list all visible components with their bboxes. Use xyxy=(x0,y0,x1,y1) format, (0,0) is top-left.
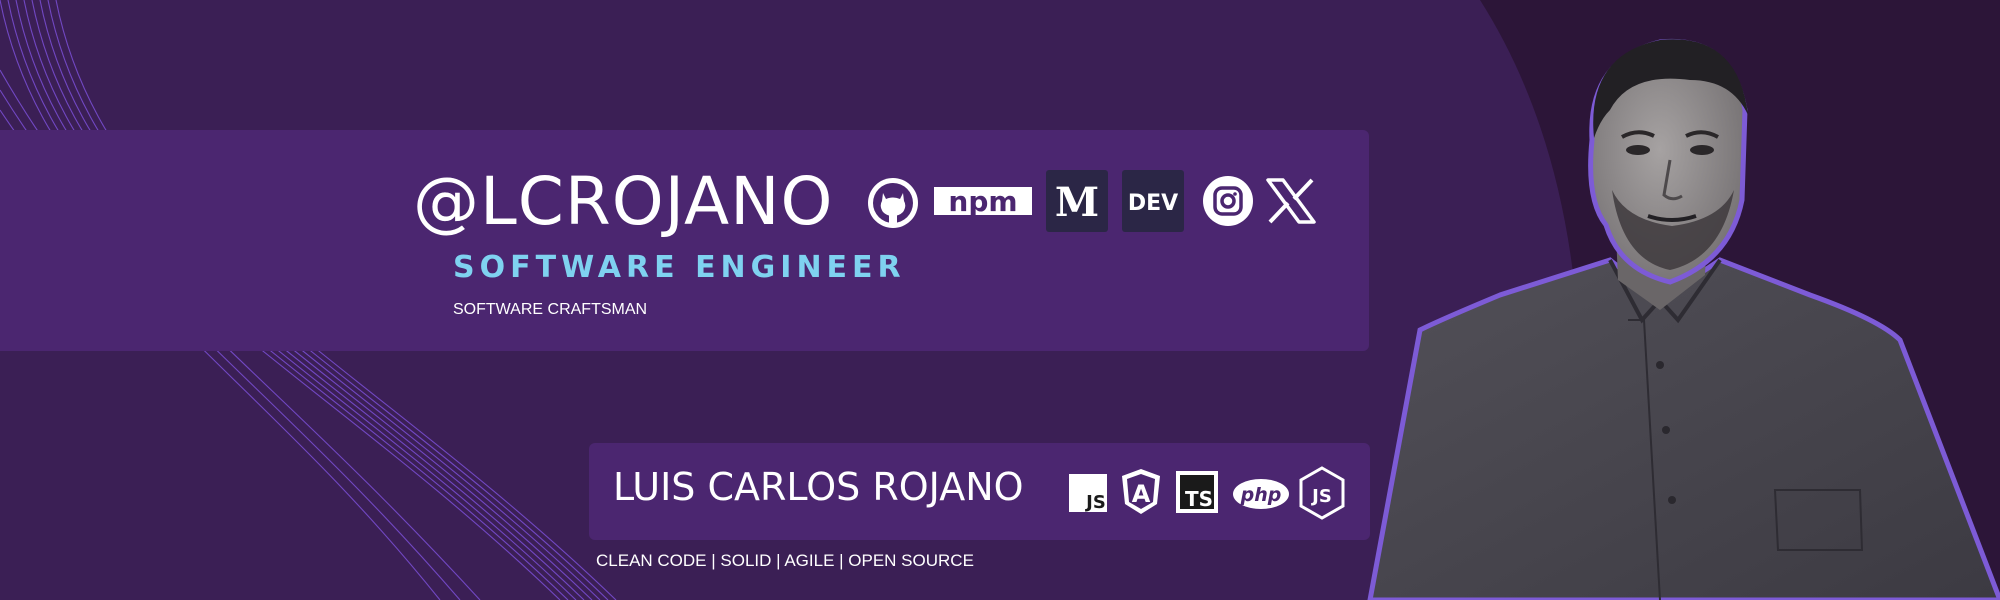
subrole-text: SOFTWARE CRAFTSMAN xyxy=(453,301,648,318)
instagram-link[interactable] xyxy=(1202,168,1254,234)
php-icon-label: php xyxy=(1240,484,1282,506)
x-icon xyxy=(1266,178,1316,224)
javascript-icon-label: JS xyxy=(1084,492,1106,513)
medium-icon: M xyxy=(1046,170,1108,232)
profile-photo xyxy=(1367,38,2000,600)
full-name: LUIS CARLOS ROJANO xyxy=(613,465,1024,509)
dev-icon-label: DEV xyxy=(1128,191,1178,216)
github-link[interactable] xyxy=(866,168,920,234)
npm-icon: npm xyxy=(934,185,1032,218)
dev-link[interactable]: DEV xyxy=(1122,168,1184,234)
role-title: SOFTWARE ENGINEER xyxy=(453,250,906,285)
principles-text: CLEAN CODE | SOLID | AGILE | OPEN SOURCE xyxy=(596,551,974,570)
tech-item-typescript: TS xyxy=(1175,466,1219,520)
npm-icon-label: npm xyxy=(948,185,1017,218)
x-link[interactable] xyxy=(1266,168,1316,234)
tech-item-php: php xyxy=(1232,466,1290,520)
github-icon xyxy=(868,178,918,228)
tech-item-angular: A xyxy=(1120,466,1162,520)
tech-item-javascript: JS xyxy=(1069,466,1107,520)
handle-title: @LCROJANO xyxy=(413,163,834,240)
medium-icon-label: M xyxy=(1055,179,1099,226)
angular-icon: A xyxy=(1122,469,1160,514)
dev-icon: DEV xyxy=(1122,170,1184,232)
typescript-icon-label: TS xyxy=(1185,487,1213,511)
javascript-icon: JS xyxy=(1069,474,1107,513)
instagram-icon xyxy=(1203,176,1253,226)
medium-link[interactable]: M xyxy=(1046,168,1108,234)
php-icon: php xyxy=(1233,479,1289,509)
tech-item-nodejs: JS xyxy=(1298,466,1346,520)
nodejs-icon: JS xyxy=(1299,466,1345,520)
npm-link[interactable]: npm xyxy=(934,168,1032,234)
typescript-icon: TS xyxy=(1176,471,1218,513)
nodejs-icon-label: JS xyxy=(1310,486,1332,507)
angular-icon-label: A xyxy=(1132,480,1151,508)
